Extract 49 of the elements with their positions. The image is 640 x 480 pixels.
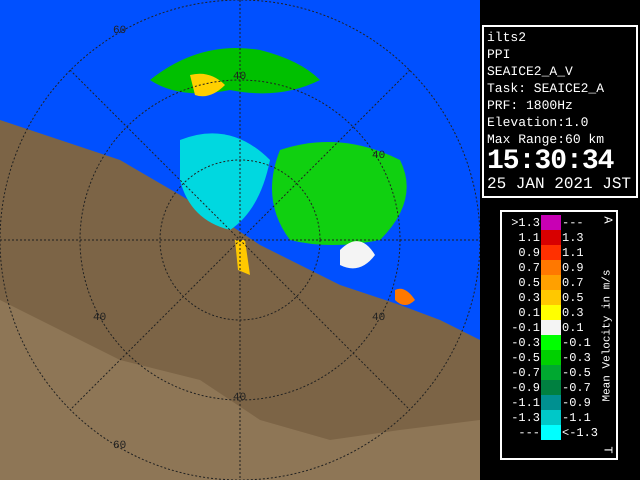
legend-label: -0.3 xyxy=(510,336,540,348)
info-text: PPI xyxy=(487,46,512,63)
legend-label: -1.3 xyxy=(510,412,540,424)
range-label: 60 xyxy=(113,26,126,37)
legend-title: Mean Velocity in m/s xyxy=(602,268,614,402)
legend-mark-text: A xyxy=(602,216,614,224)
legend-label: >1.3 xyxy=(510,216,540,228)
legend-label: 1.1 xyxy=(562,246,585,258)
legend-label: 0.7 xyxy=(517,262,540,274)
legend-label: 0.7 xyxy=(562,276,585,288)
legend-label: 0.3 xyxy=(517,292,540,304)
range-label: 40 xyxy=(93,313,106,324)
info-text: PRF: 1800Hz xyxy=(487,97,574,114)
legend-label: -0.7 xyxy=(510,366,540,378)
info-text: Elevation:1.0 xyxy=(487,114,590,131)
legend-label: -0.9 xyxy=(562,396,592,408)
legend-label: -0.1 xyxy=(510,322,540,334)
legend-label: -1.1 xyxy=(510,396,540,408)
legend-label: -0.9 xyxy=(510,382,540,394)
legend-label: --- xyxy=(562,216,585,228)
legend-label: 1.1 xyxy=(517,232,540,244)
info-text: SEAICE2_A_V xyxy=(487,63,574,80)
range-label: 60 xyxy=(113,441,126,452)
range-label: 40 xyxy=(372,313,386,324)
legend-label: <-1.3 xyxy=(562,426,598,438)
legend-label: -0.5 xyxy=(510,352,540,364)
legend-label: -1.1 xyxy=(562,412,592,424)
legend-label: 1.3 xyxy=(562,232,585,244)
legend-label: 0.5 xyxy=(562,292,585,304)
info-text: Task: SEAICE2_A xyxy=(487,80,606,97)
legend-label: -0.7 xyxy=(562,382,592,394)
legend-label: 0.1 xyxy=(517,306,540,318)
info-text: ilts2 xyxy=(487,29,528,46)
range-label: 40 xyxy=(233,393,246,404)
date-text: 25 JAN 2021 JST xyxy=(487,175,632,194)
legend-label: -0.1 xyxy=(562,336,592,348)
legend-label: 0.9 xyxy=(517,246,540,258)
legend-label: --- xyxy=(517,426,540,438)
legend-label: -0.5 xyxy=(562,366,592,378)
legend-label: -0.3 xyxy=(562,352,592,364)
legend-label: 0.1 xyxy=(562,322,585,334)
legend-label: 0.5 xyxy=(517,276,540,288)
info-text: Max Range:60 km xyxy=(487,131,606,148)
legend-label: 0.3 xyxy=(562,306,585,318)
range-label: 40 xyxy=(372,151,386,162)
legend-mark-text: T xyxy=(602,446,614,454)
legend-label: 0.9 xyxy=(562,262,585,274)
time-text: 15:30:34 xyxy=(487,148,615,175)
range-label: 40 xyxy=(233,72,246,83)
